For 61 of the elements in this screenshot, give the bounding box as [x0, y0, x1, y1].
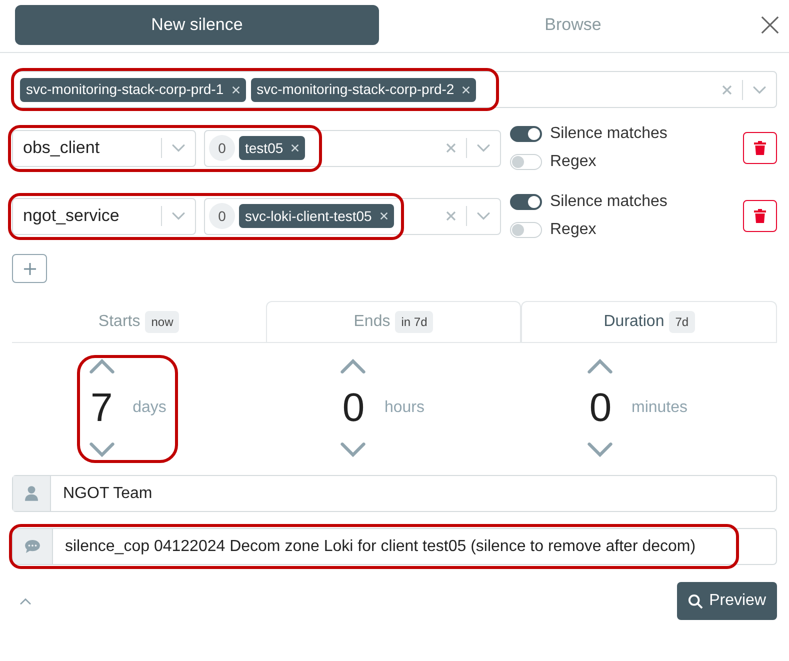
- chevron-down-icon[interactable]: [172, 144, 185, 152]
- chevron-down-icon[interactable]: [753, 86, 766, 94]
- cluster-select[interactable]: svc-monitoring-stack-corp-prd-1 svc-monitoring-stack-corp-prd-2: [12, 71, 777, 108]
- tab[interactable]: New silence: [15, 5, 379, 45]
- tab-badge: now: [145, 310, 180, 332]
- duration-unit: days: [132, 398, 166, 418]
- select-value: obs_client: [23, 137, 100, 160]
- delete-button[interactable]: [743, 200, 777, 232]
- clear-icon[interactable]: [462, 86, 470, 94]
- tab-badge: in 7d: [395, 311, 434, 333]
- comment-text: silence_cop 04122024 Decom zone Loki for client test05 (silence to remove after decom): [64, 536, 697, 556]
- chip-label: svc-monitoring-stack-corp-prd-1: [26, 80, 224, 99]
- clear-icon[interactable]: [291, 144, 300, 152]
- duration-unit: hours: [384, 398, 425, 418]
- toggle-label: Regex: [550, 220, 596, 240]
- label-value-select[interactable]: 0 svc-loki-client-test05: [204, 198, 501, 234]
- chevron-down-icon[interactable]: [587, 442, 614, 457]
- search-icon: [688, 594, 704, 608]
- comment-field[interactable]: silence_cop 04122024 Decom zone Loki for client test05 (silence to remove after decom): [12, 528, 777, 565]
- chevron-up-icon[interactable]: [88, 359, 115, 374]
- toggle-label: Regex: [550, 152, 596, 172]
- duration-value: 7: [90, 385, 113, 432]
- toggle-switch[interactable]: [510, 194, 542, 210]
- time-tab[interactable]: Ends in 7d: [266, 301, 522, 342]
- user-icon: [25, 486, 38, 501]
- chevron-up-icon[interactable]: [340, 359, 366, 374]
- delete-button[interactable]: [743, 132, 777, 164]
- tab-badge: 7d: [669, 311, 695, 333]
- time-tab[interactable]: Duration 7d: [521, 301, 778, 342]
- toggle-label: Silence matches: [550, 124, 668, 144]
- chevron-down-icon[interactable]: [172, 212, 185, 220]
- select-value: ngot_service: [23, 205, 120, 228]
- chevron-up-icon[interactable]: [587, 359, 614, 374]
- label-name-select[interactable]: ngot_service: [12, 198, 196, 234]
- clear-icon[interactable]: [232, 86, 240, 94]
- match-count: 0: [209, 203, 235, 229]
- toggle-switch[interactable]: [510, 126, 542, 142]
- preview-button[interactable]: Preview: [677, 582, 777, 620]
- chip-label: test05: [245, 138, 284, 158]
- add-matcher-button[interactable]: [12, 254, 47, 283]
- comment-icon: [25, 540, 40, 553]
- chevron-down-icon[interactable]: [477, 212, 490, 220]
- trash-icon: [754, 209, 766, 223]
- plus-icon: [24, 262, 36, 274]
- toggle-label: Silence matches: [550, 192, 668, 212]
- match-count: 0: [209, 135, 235, 161]
- label-name-select[interactable]: obs_client: [12, 130, 196, 166]
- close-icon[interactable]: [761, 16, 779, 34]
- chevron-down-icon[interactable]: [88, 442, 115, 457]
- clear-icon[interactable]: [380, 212, 388, 220]
- chevron-down-icon[interactable]: [477, 144, 490, 152]
- chip-label: svc-monitoring-stack-corp-prd-2: [256, 80, 454, 99]
- duration-value: 0: [589, 385, 612, 432]
- time-tab[interactable]: Starts now: [12, 301, 266, 342]
- trash-icon: [754, 141, 766, 155]
- duration-value: 0: [342, 385, 365, 432]
- chip-label: svc-loki-client-test05: [245, 206, 372, 226]
- chevron-up-icon[interactable]: [20, 598, 31, 604]
- duration-unit: minutes: [631, 398, 688, 418]
- label-value-select[interactable]: 0 test05: [204, 130, 501, 166]
- chevron-down-icon[interactable]: [340, 442, 366, 457]
